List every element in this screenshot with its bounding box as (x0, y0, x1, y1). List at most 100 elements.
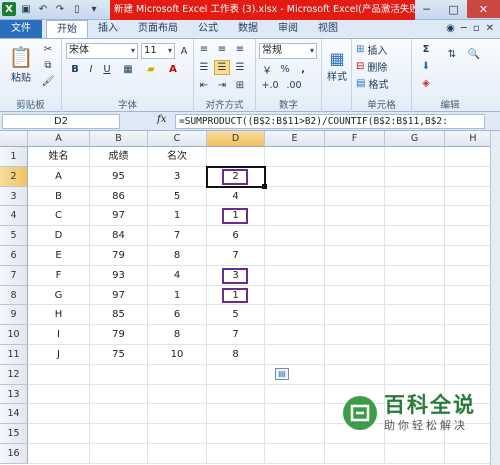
cell-f7[interactable] (325, 265, 385, 286)
cell-g16[interactable] (385, 444, 445, 464)
cell-b5[interactable]: 84 (90, 226, 148, 246)
cell-d9[interactable]: 5 (207, 305, 265, 326)
redo-icon[interactable]: ↷ (53, 2, 67, 16)
cell-c16[interactable] (148, 444, 207, 464)
row-header-8[interactable]: 8 (0, 285, 28, 306)
cell-c14[interactable] (148, 404, 207, 425)
font-name-select[interactable]: 宋体 (66, 43, 138, 59)
number-format-select[interactable]: 常规 (259, 43, 317, 59)
cell-g4[interactable] (385, 206, 445, 227)
copy-icon[interactable]: ⧉ (40, 58, 56, 72)
row-header-4[interactable]: 4 (0, 206, 28, 227)
clear-icon[interactable]: ◈ (416, 76, 436, 91)
cell-c8[interactable]: 1 (148, 285, 207, 306)
column-header-d[interactable]: D (207, 131, 265, 147)
help-icon[interactable]: ◉ (446, 20, 455, 38)
cell-e12[interactable] (265, 364, 325, 385)
fill-handle[interactable] (262, 183, 267, 189)
cell-c5[interactable]: 7 (148, 226, 207, 246)
row-header-14[interactable]: 14 (0, 404, 28, 425)
tab-insert[interactable]: 插入 (88, 20, 128, 38)
fill-color-icon[interactable]: ▰ (142, 62, 160, 77)
cell-a9[interactable]: H (28, 305, 90, 326)
cell-c2[interactable]: 3 (148, 166, 207, 187)
row-header-13[interactable]: 13 (0, 384, 28, 405)
tab-data[interactable]: 数据 (228, 20, 268, 38)
cell-f11[interactable] (325, 345, 385, 365)
cell-c13[interactable] (148, 384, 207, 405)
column-header-e[interactable]: E (265, 131, 325, 147)
new-file-icon[interactable]: ▯ (70, 2, 84, 16)
row-header-10[interactable]: 10 (0, 325, 28, 345)
cell-g2[interactable] (385, 166, 445, 187)
currency-button[interactable]: ￥ (259, 62, 275, 77)
row-header-5[interactable]: 5 (0, 226, 28, 246)
cell-a15[interactable] (28, 424, 90, 444)
row-header-15[interactable]: 15 (0, 424, 28, 444)
cell-a7[interactable]: F (28, 265, 90, 286)
format-cells-button[interactable]: ▤ 格式 (355, 76, 409, 91)
italic-button[interactable]: I (84, 62, 98, 77)
percent-button[interactable]: % (277, 62, 293, 77)
sort-filter-icon[interactable]: ⇅ (442, 43, 462, 65)
customize-qat-icon[interactable]: ▾ (87, 2, 101, 16)
align-right-icon[interactable]: ☰ (232, 60, 248, 75)
format-painter-icon[interactable]: 🖌 (40, 74, 56, 88)
fill-icon[interactable]: ⬇ (416, 59, 436, 74)
cell-c4[interactable]: 1 (148, 206, 207, 227)
insert-cells-button[interactable]: ⊞ 插入 (355, 42, 409, 57)
cell-e1[interactable] (265, 147, 325, 167)
cell-a4[interactable]: C (28, 206, 90, 227)
tab-file[interactable]: 文件 (0, 20, 42, 38)
cell-g10[interactable] (385, 325, 445, 345)
formula-input[interactable]: =SUMPRODUCT((B$2:B$11>B2)/COUNTIF(B$2:B$… (175, 114, 485, 129)
cell-c10[interactable]: 8 (148, 325, 207, 345)
align-center-icon[interactable]: ☰ (214, 60, 230, 75)
cell-c12[interactable] (148, 364, 207, 385)
cell-f3[interactable] (325, 186, 385, 207)
cell-f8[interactable] (325, 285, 385, 306)
align-bottom-icon[interactable]: ≡ (232, 42, 248, 57)
cell-c11[interactable]: 10 (148, 345, 207, 365)
comma-button[interactable]: , (295, 62, 311, 77)
font-size-select[interactable]: 11 (141, 43, 175, 59)
align-middle-icon[interactable]: ≡ (214, 42, 230, 57)
cell-e3[interactable] (265, 186, 325, 207)
border-icon[interactable]: ▦ (120, 62, 136, 77)
maximize-button[interactable]: □ (440, 0, 467, 18)
cell-a6[interactable]: E (28, 246, 90, 266)
paste-button[interactable]: 📋 粘贴 (6, 41, 36, 87)
cell-b6[interactable]: 79 (90, 246, 148, 266)
row-header-6[interactable]: 6 (0, 246, 28, 266)
cell-g9[interactable] (385, 305, 445, 326)
cell-e8[interactable] (265, 285, 325, 306)
cell-g1[interactable] (385, 147, 445, 167)
cell-f6[interactable] (325, 246, 385, 266)
styles-button[interactable]: ▦ 样式 (324, 43, 350, 89)
column-header-c[interactable]: C (148, 131, 207, 147)
cell-f12[interactable] (325, 364, 385, 385)
cell-e10[interactable] (265, 325, 325, 345)
cell-c1[interactable]: 名次 (148, 147, 207, 167)
cell-g8[interactable] (385, 285, 445, 306)
cell-d3[interactable]: 4 (207, 186, 265, 207)
cell-f16[interactable] (325, 444, 385, 464)
column-header-a[interactable]: A (28, 131, 90, 147)
increase-decimal-icon[interactable]: +.0 (259, 79, 281, 92)
find-select-icon[interactable]: 🔍 (464, 43, 484, 65)
cell-a11[interactable]: J (28, 345, 90, 365)
cell-b13[interactable] (90, 384, 148, 405)
cell-a16[interactable] (28, 444, 90, 464)
cell-a3[interactable]: B (28, 186, 90, 207)
cell-c7[interactable]: 4 (148, 265, 207, 286)
row-header-7[interactable]: 7 (0, 265, 28, 286)
cell-e16[interactable] (265, 444, 325, 464)
cell-a12[interactable] (28, 364, 90, 385)
tab-page-layout[interactable]: 页面布局 (128, 20, 188, 38)
cell-e5[interactable] (265, 226, 325, 246)
grow-font-icon[interactable]: A (176, 43, 192, 59)
cut-icon[interactable]: ✂ (40, 42, 56, 56)
cell-c3[interactable]: 5 (148, 186, 207, 207)
indent-increase-icon[interactable]: ⇥ (214, 78, 230, 92)
cell-b9[interactable]: 85 (90, 305, 148, 326)
